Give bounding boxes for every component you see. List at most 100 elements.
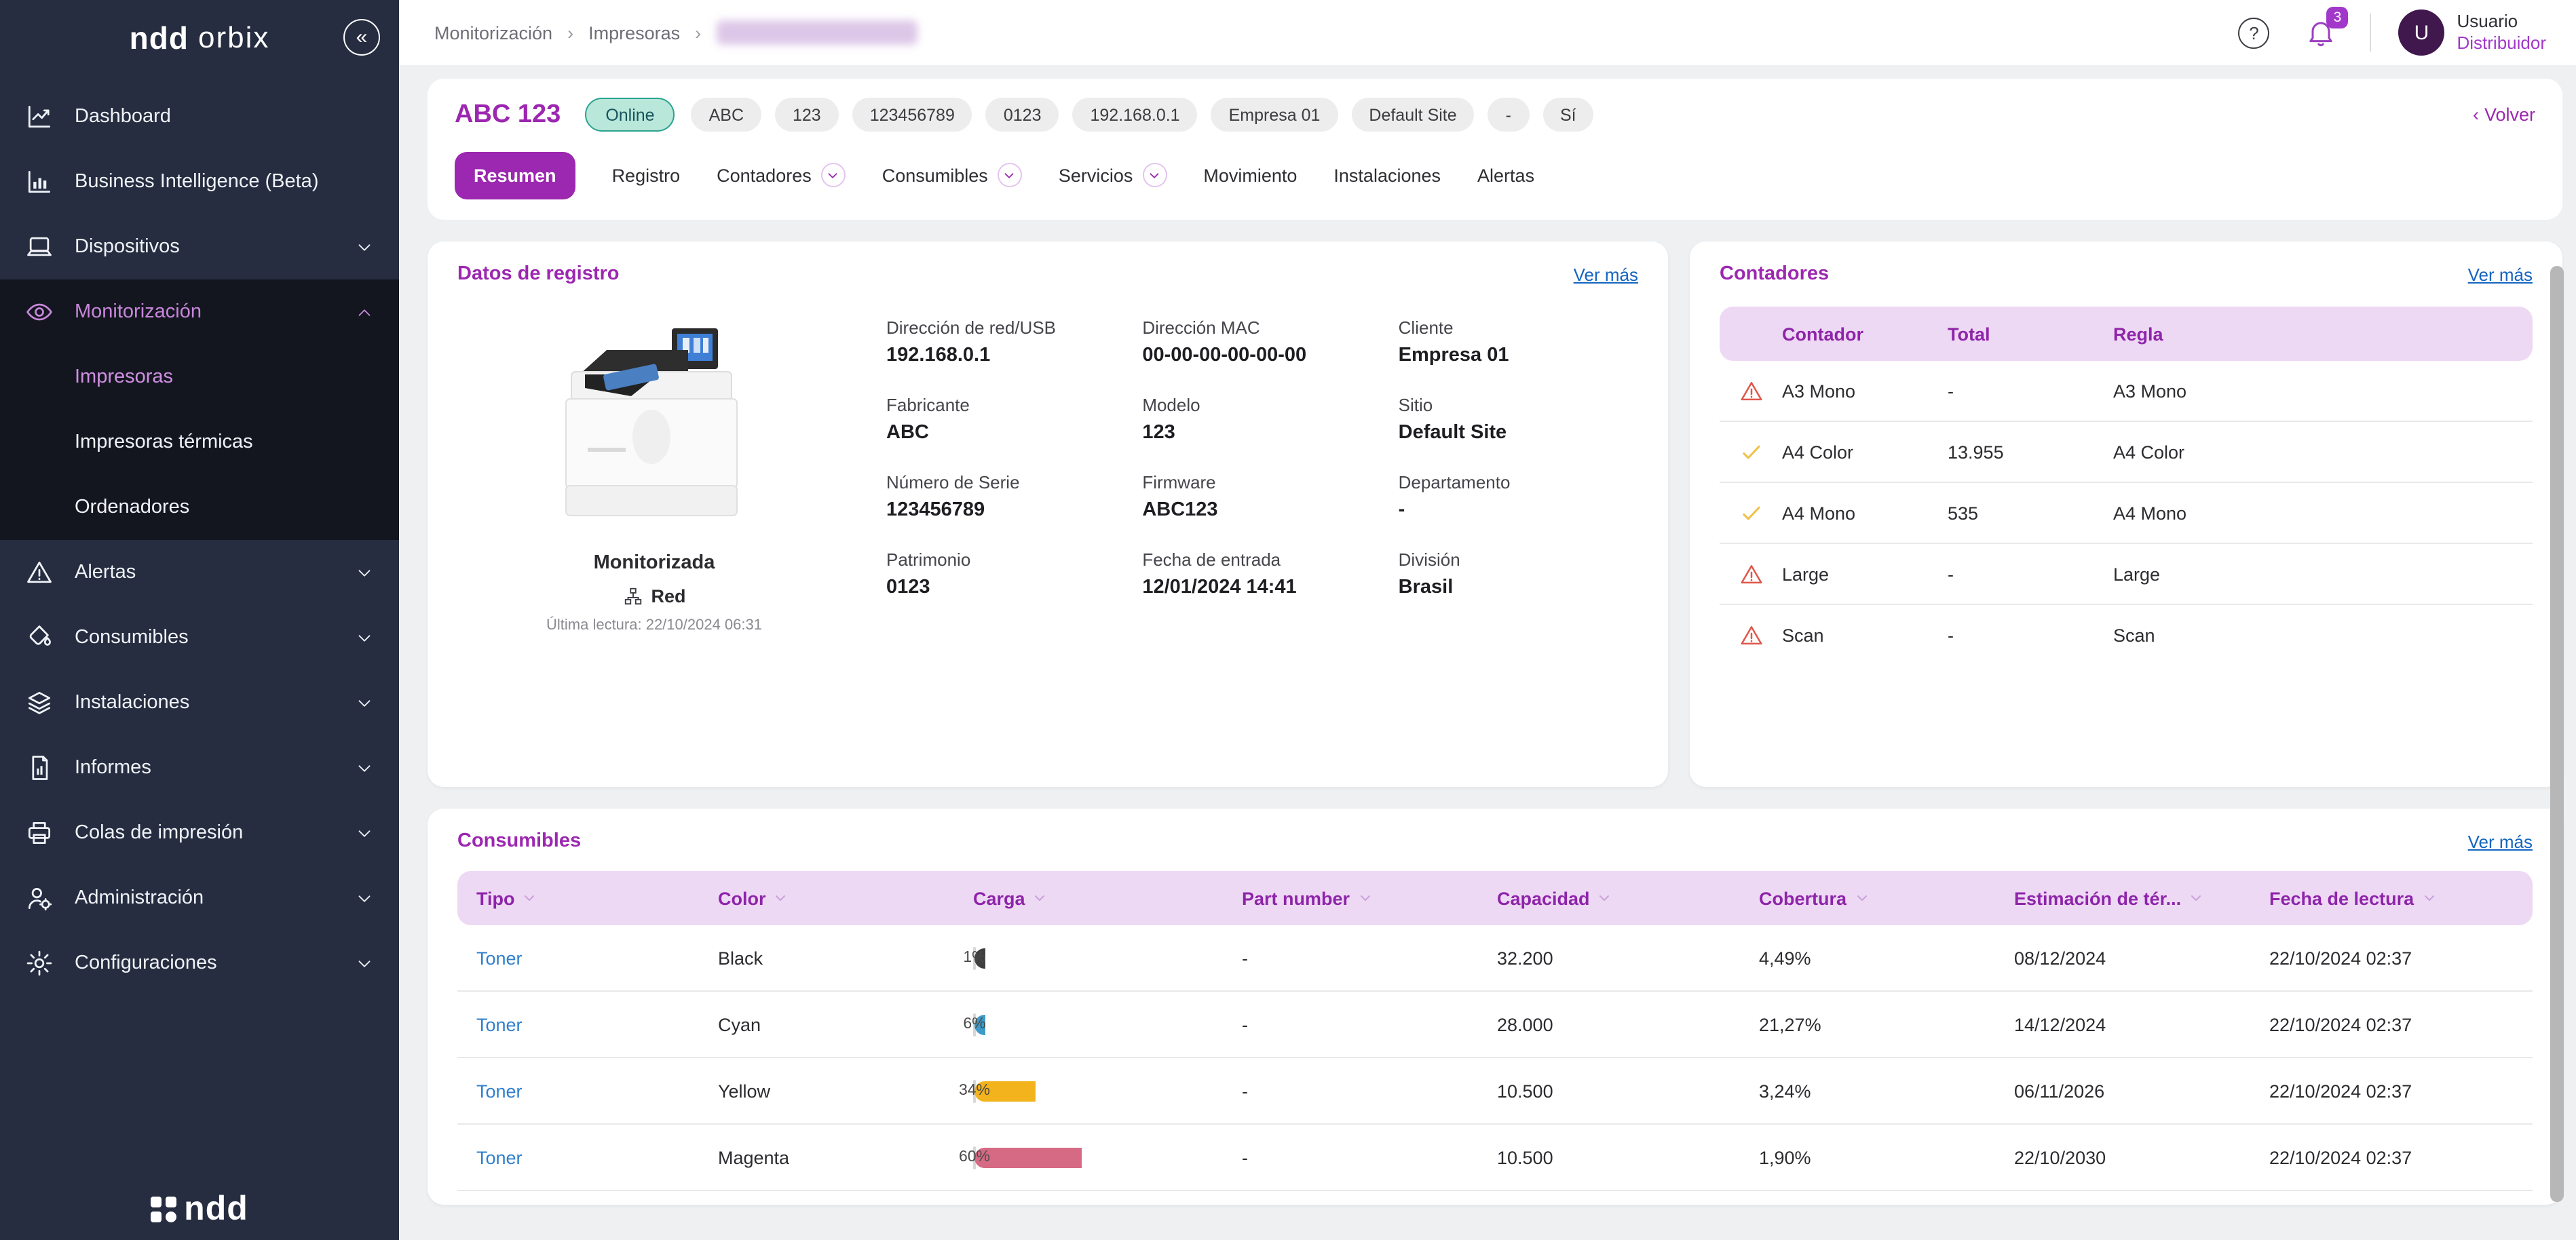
- registry-field: División Brasil: [1399, 549, 1638, 598]
- registry-field: Dirección MAC 00-00-00-00-00-00: [1142, 317, 1382, 366]
- sidebar-item-informes[interactable]: Informes: [0, 735, 399, 800]
- printer-preview: Monitorizada Red Última lectura: 22/10/2…: [457, 317, 851, 634]
- registry-field-column: Dirección MAC 00-00-00-00-00-00 Modelo 123 F…: [1142, 317, 1382, 627]
- column-header-label: Cobertura: [1759, 888, 1847, 908]
- sidebar-item-configuraciones[interactable]: Configuraciones: [0, 931, 399, 996]
- device-title: ABC 123: [455, 100, 561, 128]
- sidebar-item-label: Alertas: [75, 562, 136, 583]
- counters-see-more-link[interactable]: Ver más: [2468, 264, 2533, 284]
- user-role: Distribuidor: [2457, 33, 2547, 53]
- sidebar-item-label: Instalaciones: [75, 692, 190, 714]
- topbar-actions: ? 3 U Usuario Distribuidor: [2238, 7, 2547, 56]
- sidebar-collapse-button[interactable]: «: [343, 19, 380, 56]
- sidebar-subitem-ordenadores[interactable]: Ordenadores: [0, 475, 399, 540]
- counters-column-header: Total: [1948, 324, 1990, 344]
- notifications-bell-icon[interactable]: 3: [2305, 7, 2349, 49]
- registry-field: Departamento -: [1399, 472, 1638, 521]
- tab-movimiento[interactable]: Movimiento: [1203, 165, 1297, 185]
- consumables-column-header[interactable]: Carga: [954, 888, 1223, 908]
- help-icon[interactable]: ?: [2238, 17, 2270, 48]
- consumables-column-header[interactable]: Fecha de lectura: [2250, 888, 2533, 908]
- sort-chevron-icon[interactable]: [522, 890, 538, 906]
- field-value: 123: [1142, 422, 1175, 444]
- sidebar-item-instalaciones[interactable]: Instalaciones: [0, 670, 399, 735]
- consumables-column-header[interactable]: Part number: [1223, 888, 1478, 908]
- status-badge: Online: [585, 98, 675, 132]
- counter-total-cell: -: [1948, 625, 1954, 646]
- sort-chevron-icon[interactable]: [2421, 890, 2437, 906]
- laptop-icon: [24, 232, 54, 262]
- sidebar-item-label: Configuraciones: [75, 952, 217, 974]
- report-icon: [24, 753, 54, 783]
- consumables-column-header[interactable]: Color: [699, 888, 954, 908]
- sidebar-item-dispositivos[interactable]: Dispositivos: [0, 214, 399, 279]
- counters-table-row: A4 Mono 535 A4 Mono: [1720, 483, 2533, 544]
- consumables-table-row: Toner Magenta 60% - 10.500 1,90% 22/10/2030 22/…: [457, 1125, 2533, 1191]
- read-date-cell: 22/10/2024 02:37: [2269, 1014, 2412, 1034]
- sidebar-item-dashboard[interactable]: Dashboard: [0, 84, 399, 149]
- tab-resumen[interactable]: Resumen: [455, 151, 575, 199]
- sidebar-item-colas-de-impresi-n[interactable]: Colas de impresión: [0, 800, 399, 866]
- registry-field-column: Dirección de red/USB 192.168.0.1 Fabricant…: [886, 317, 1126, 627]
- registry-field: Dirección de red/USB 192.168.0.1: [886, 317, 1126, 366]
- topbar: Monitorización › Impresoras › ? 3 U Usuario…: [399, 0, 2576, 65]
- chevron-down-icon[interactable]: [1142, 163, 1167, 187]
- tab-instalaciones[interactable]: Instalaciones: [1333, 165, 1441, 185]
- consumable-type-link[interactable]: Toner: [457, 948, 699, 968]
- vertical-scrollbar[interactable]: [2550, 266, 2564, 1202]
- sort-chevron-icon[interactable]: [1597, 890, 1613, 906]
- capacity-cell: 32.200: [1497, 948, 1553, 968]
- consumable-type-link[interactable]: Toner: [457, 1081, 699, 1101]
- sidebar-item-label: Informes: [75, 757, 151, 779]
- sort-chevron-icon[interactable]: [2188, 890, 2204, 906]
- estimate-date-cell: 06/11/2026: [2014, 1081, 2105, 1101]
- sidebar-subitem-label: Ordenadores: [75, 497, 190, 518]
- consumables-column-header[interactable]: Cobertura: [1740, 888, 1995, 908]
- consumables-column-header[interactable]: Tipo: [457, 888, 699, 908]
- sidebar-item-alertas[interactable]: Alertas: [0, 540, 399, 605]
- consumable-type-link[interactable]: Toner: [457, 1014, 699, 1034]
- counter-rule-cell: A4 Color: [2113, 442, 2185, 462]
- field-value: Brasil: [1398, 577, 1454, 598]
- tab-contadores[interactable]: Contadores: [717, 163, 846, 187]
- consumable-type-link[interactable]: Toner: [457, 1147, 699, 1167]
- breadcrumb-item[interactable]: Impresoras: [588, 22, 680, 43]
- device-info-badge: 0123: [985, 98, 1059, 132]
- tab-alertas[interactable]: Alertas: [1477, 165, 1534, 185]
- chevron-down-icon[interactable]: [997, 163, 1022, 187]
- tab-registro[interactable]: Registro: [612, 165, 681, 185]
- sort-chevron-icon[interactable]: [1357, 890, 1373, 906]
- sidebar-subitem-impresoras-t-rmicas[interactable]: Impresoras térmicas: [0, 410, 399, 475]
- consumables-title: Consumibles: [457, 830, 582, 852]
- registry-see-more-link[interactable]: Ver más: [1574, 264, 1638, 284]
- registry-field: Cliente Empresa 01: [1399, 317, 1638, 366]
- consumables-column-header[interactable]: Estimación de tér...: [1995, 888, 2250, 908]
- device-info-badge: Sí: [1542, 98, 1594, 132]
- sort-chevron-icon[interactable]: [1853, 890, 1870, 906]
- back-link[interactable]: ‹ Volver: [2473, 104, 2535, 125]
- sidebar-item-administraci-n[interactable]: Administración: [0, 866, 399, 931]
- field-label: Modelo: [1142, 395, 1200, 415]
- sort-chevron-icon[interactable]: [1032, 890, 1048, 906]
- sidebar-item-business-intelligence-beta-[interactable]: Business Intelligence (Beta): [0, 149, 399, 214]
- consumables-see-more-link[interactable]: Ver más: [2468, 831, 2533, 851]
- sort-chevron-icon[interactable]: [773, 890, 789, 906]
- network-icon: [624, 587, 641, 605]
- chevron-down-icon: [354, 627, 375, 648]
- sidebar-item-consumibles[interactable]: Consumibles: [0, 605, 399, 670]
- breadcrumb-item[interactable]: Monitorización: [434, 22, 552, 43]
- avatar[interactable]: U: [2398, 9, 2445, 56]
- consumables-column-header[interactable]: Capacidad: [1478, 888, 1740, 908]
- part-number-cell: -: [1242, 1147, 1248, 1167]
- tab-consumibles[interactable]: Consumibles: [882, 163, 1022, 187]
- chevron-down-icon: [354, 237, 375, 257]
- sidebar-subitem-impresoras[interactable]: Impresoras: [0, 345, 399, 410]
- counter-name-cell: A4 Mono: [1782, 503, 1856, 523]
- consumable-color-cell: Cyan: [718, 1014, 761, 1034]
- tab-servicios[interactable]: Servicios: [1059, 163, 1167, 187]
- device-info-badge: 192.168.0.1: [1072, 98, 1198, 132]
- field-label: Cliente: [1398, 317, 1454, 338]
- printer-icon: [24, 818, 54, 848]
- sidebar-item-monitorizaci-n[interactable]: Monitorización: [0, 279, 399, 345]
- chevron-down-icon[interactable]: [820, 163, 846, 187]
